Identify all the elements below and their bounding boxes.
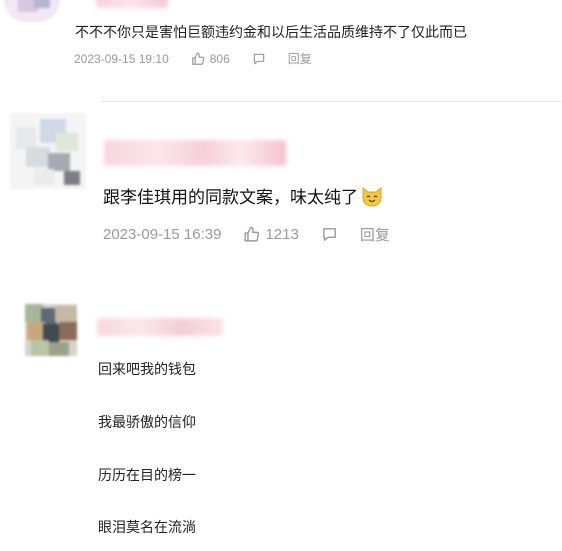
divider: [101, 101, 561, 102]
comment-text-line: 历历在目的榜一: [98, 468, 196, 484]
avatar[interactable]: [10, 113, 86, 189]
comment-meta: 2023-09-15 16:39 1213 回复: [103, 224, 390, 245]
like-button[interactable]: 1213: [243, 226, 299, 243]
comment-text: 跟李佳琪用的同款文案，味太纯了: [103, 188, 358, 208]
username-blurred[interactable]: [104, 140, 286, 166]
like-count: 806: [209, 51, 230, 66]
comment-text-line: 我最骄傲的信仰: [98, 415, 196, 431]
username-blurred[interactable]: [96, 0, 168, 8]
comment-button[interactable]: [321, 226, 338, 243]
comment-button[interactable]: [252, 52, 266, 66]
thumbs-up-icon: [191, 52, 205, 65]
thumbs-up-icon: [244, 226, 260, 242]
like-button[interactable]: 806: [191, 52, 230, 66]
comment-icon: [322, 228, 336, 241]
reply-button[interactable]: 回复: [360, 224, 390, 245]
reply-button[interactable]: 回复: [288, 50, 312, 67]
comment-text: 不不不你只是害怕巨额违约金和以后生活品质维持不了仅此而已: [75, 25, 467, 41]
timestamp: 2023-09-15 16:39: [103, 226, 222, 243]
comment-meta: 2023-09-15 19:10 806 回复: [74, 50, 312, 67]
avatar[interactable]: [4, 0, 60, 22]
like-count: 1213: [265, 226, 299, 243]
comment-icon: [253, 53, 265, 64]
timestamp: 2023-09-15 19:10: [74, 51, 169, 66]
comment-text-line: 回来吧我的钱包: [98, 362, 196, 378]
cat-smile-emoji-icon: [360, 185, 384, 207]
avatar[interactable]: [25, 304, 77, 356]
comment-text-row: 跟李佳琪用的同款文案，味太纯了: [103, 183, 384, 208]
username-blurred[interactable]: [97, 318, 223, 336]
comment-text-line: 眼泪莫名在流淌: [98, 520, 196, 536]
